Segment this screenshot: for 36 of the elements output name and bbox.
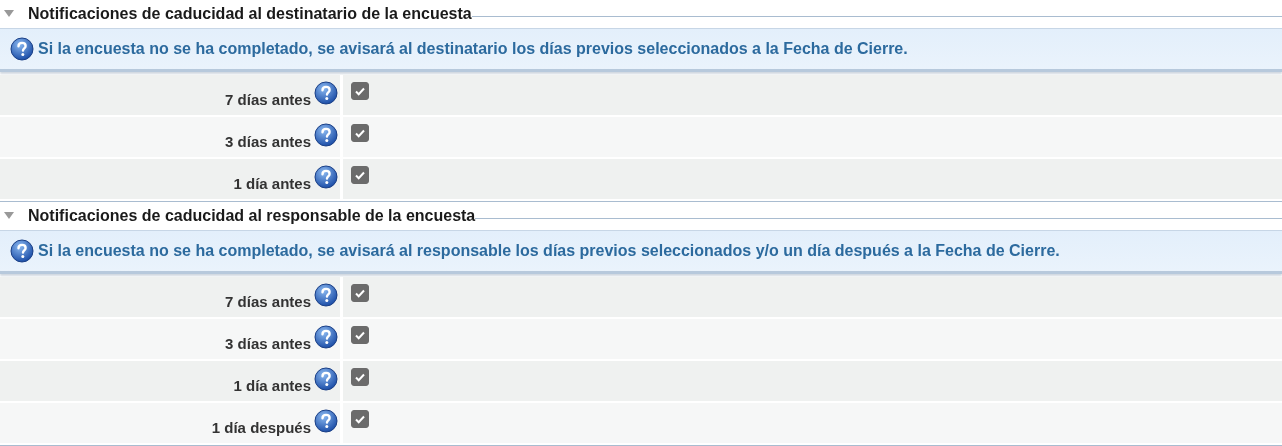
option-label: 7 días antes <box>225 90 311 108</box>
collapse-icon[interactable] <box>4 10 14 18</box>
checkbox[interactable] <box>351 166 369 184</box>
checkbox[interactable] <box>351 284 369 302</box>
help-icon[interactable] <box>314 165 338 189</box>
help-icon[interactable] <box>314 325 338 349</box>
option-label: 1 día antes <box>233 174 311 192</box>
option-label: 3 días antes <box>225 132 311 150</box>
checkbox[interactable] <box>351 82 369 100</box>
option-label: 1 día después <box>211 418 311 436</box>
help-icon[interactable] <box>314 123 338 147</box>
help-icon[interactable] <box>314 283 338 307</box>
check-icon <box>354 127 366 139</box>
option-label: 7 días antes <box>225 292 311 310</box>
check-icon <box>354 169 366 181</box>
help-icon[interactable] <box>314 409 338 433</box>
help-icon[interactable] <box>314 367 338 391</box>
checkbox[interactable] <box>351 368 369 386</box>
info-text: Si la encuesta no se ha completado, se avisará al responsable los días previos seleccionados y/o un día después a la Fecha de Cierre. <box>38 242 1060 260</box>
checkbox[interactable] <box>351 326 369 344</box>
check-icon <box>354 85 366 97</box>
collapse-icon[interactable] <box>4 212 14 220</box>
checkbox[interactable] <box>351 124 369 142</box>
check-icon <box>354 329 366 341</box>
help-icon[interactable] <box>10 239 34 263</box>
check-icon <box>354 371 366 383</box>
check-icon <box>354 413 366 425</box>
option-label: 3 días antes <box>225 334 311 352</box>
help-icon[interactable] <box>10 37 34 61</box>
section-title[interactable]: Notificaciones de caducidad al responsable de la encuesta <box>28 207 476 225</box>
checkbox[interactable] <box>351 410 369 428</box>
option-label: 1 día antes <box>233 376 311 394</box>
help-icon[interactable] <box>314 81 338 105</box>
check-icon <box>354 287 366 299</box>
section-title[interactable]: Notificaciones de caducidad al destinatario de la encuesta <box>28 5 472 23</box>
info-text: Si la encuesta no se ha completado, se avisará al destinatario los días previos seleccionados a la Fecha de Cierre. <box>38 40 908 58</box>
